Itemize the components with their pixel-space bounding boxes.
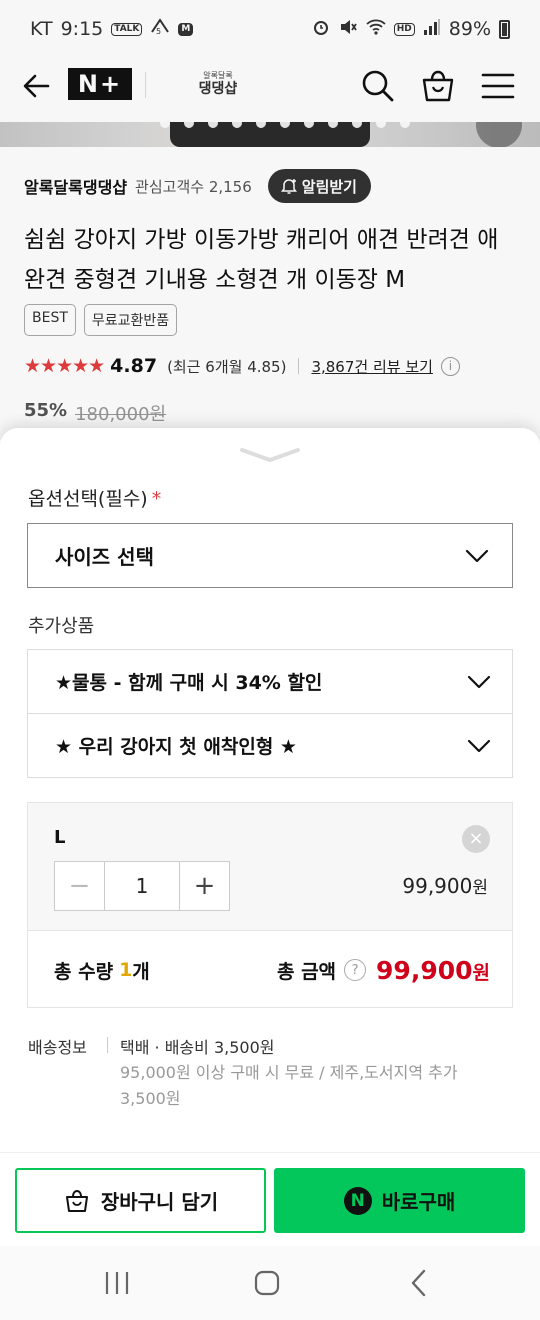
shipping-divider — [107, 1037, 108, 1053]
carrier: KT — [30, 18, 53, 40]
system-nav-bar — [0, 1246, 540, 1320]
battery-icon — [499, 19, 510, 39]
help-icon[interactable]: ? — [344, 959, 367, 981]
buy-now-label: 바로구매 — [381, 1190, 456, 1214]
size-select[interactable]: 사이즈 선택 — [27, 523, 513, 588]
status-left: KT 9:15 TALK 5 M — [30, 17, 194, 41]
fan-count: 관심고객수 2,156 — [135, 177, 252, 196]
rating-divider — [298, 358, 300, 374]
battery-percent: 89% — [448, 18, 491, 40]
purchase-action-bar: 장바구니 담기 N 바로구매 — [0, 1152, 540, 1244]
header-divider — [145, 72, 146, 98]
back-arrow-icon[interactable] — [20, 68, 56, 104]
menu-icon[interactable] — [478, 66, 518, 106]
bell-plus-icon — [280, 179, 297, 194]
remove-item-icon[interactable]: × — [462, 825, 490, 853]
info-icon[interactable]: i — [440, 356, 460, 376]
store-name[interactable]: 알록달록댕댕샵 — [24, 174, 127, 198]
back-nav-icon[interactable] — [404, 1268, 434, 1298]
shipping-label: 배송정보 — [28, 1038, 87, 1057]
alarm-button-label: 알림받기 — [301, 177, 357, 196]
total-quantity: 총 수량 1개 — [54, 931, 150, 1009]
hd-voice-icon: HD — [393, 22, 415, 36]
home-icon[interactable] — [252, 1268, 282, 1298]
signal-icon — [423, 18, 441, 41]
carousel-button[interactable] — [476, 122, 522, 147]
mute-icon — [338, 18, 358, 41]
status-right: HD 89% — [312, 18, 510, 41]
original-price: 180,000원 — [75, 404, 167, 425]
chevron-down-icon — [467, 675, 491, 689]
total-price-unit: 원 — [472, 961, 490, 984]
store-logo-top: 알록달록 — [203, 71, 233, 80]
recent-apps-icon[interactable] — [102, 1268, 132, 1298]
total-qty-value: 1 — [119, 959, 133, 981]
carousel-dots — [160, 122, 410, 128]
shipping-conditions: 95,000원 이상 구매 시 무료 / 제주,도서지역 추가 3,500원 — [120, 1063, 458, 1108]
star-rating-icon: ★★★★★ — [24, 355, 105, 377]
buy-now-button[interactable]: N 바로구매 — [274, 1168, 525, 1233]
badge-free-return: 무료교환반품 — [83, 304, 178, 336]
addon-select-water-bottle[interactable]: ★물통 - 함께 구매 시 34% 할인 — [27, 649, 513, 714]
search-icon[interactable] — [358, 66, 398, 106]
wifi-calling-icon: 5 — [150, 17, 170, 41]
product-image-carousel[interactable] — [0, 122, 540, 147]
price-row: 55% 180,000원 — [24, 400, 166, 426]
clock: 9:15 — [60, 18, 104, 40]
add-to-cart-label: 장바구니 담기 — [100, 1190, 219, 1214]
store-row: 알록달록댕댕샵 관심고객수 2,156 알림받기 — [24, 168, 516, 204]
rating-row: ★★★★★ 4.87 (최근 6개월 4.85) 3,867건 리뷰 보기 i — [24, 352, 516, 380]
product-badges: BEST 무료교환반품 — [24, 304, 178, 336]
recent-rating: (최근 6개월 4.85) — [167, 357, 287, 376]
selected-option-item: L × − 1 + 99,900원 — [27, 802, 513, 930]
option-label-text: 옵션선택(필수) — [28, 488, 148, 510]
total-amount: 총 금액 ? 99,900원 — [277, 931, 490, 1009]
wifi-icon — [366, 18, 386, 41]
increase-button[interactable]: + — [179, 862, 229, 910]
alarm-clock-icon — [312, 18, 330, 41]
naver-plus-logo[interactable]: N+ — [68, 68, 132, 100]
item-price-unit: 원 — [472, 878, 488, 898]
total-qty-label: 총 수량 — [54, 960, 114, 983]
discount-rate: 55% — [24, 400, 68, 421]
quantity-value[interactable]: 1 — [105, 862, 179, 910]
item-price-value: 99,900 — [402, 874, 473, 898]
badge-best: BEST — [24, 304, 76, 336]
total-qty-unit: 개 — [132, 960, 150, 983]
addon-label: 추가상품 — [28, 616, 95, 637]
quantity-stepper: − 1 + — [54, 861, 230, 911]
svg-text:5: 5 — [156, 27, 161, 36]
mstock-notification-icon: M — [178, 22, 194, 36]
top-header: N+ 알록달록 댕댕샵 — [0, 58, 540, 122]
review-link[interactable]: 3,867건 리뷰 보기 — [311, 356, 432, 377]
total-price: 99,900원 — [376, 956, 490, 985]
item-price: 99,900원 — [402, 873, 488, 898]
shipping-fee: 택배 · 배송비 3,500원 — [120, 1038, 275, 1057]
total-amount-label: 총 금액 — [276, 960, 337, 983]
total-price-value: 99,900 — [376, 955, 473, 985]
naver-pay-icon: N — [343, 1186, 372, 1215]
chevron-down-icon — [465, 549, 489, 562]
store-logo-bottom: 댕댕샵 — [198, 81, 238, 97]
total-summary: 총 수량 1개 총 금액 ? 99,900원 — [27, 930, 513, 1008]
status-bar: KT 9:15 TALK 5 M HD 89% — [0, 0, 540, 58]
chevron-down-icon — [467, 739, 491, 753]
store-logo[interactable]: 알록달록 댕댕샵 — [188, 68, 248, 104]
selected-option-name: L — [54, 827, 66, 848]
product-title: 쉼쉼 강아지 가방 이동가방 캐리어 애견 반려견 애완견 중형견 기내용 소형… — [24, 227, 499, 293]
decrease-button[interactable]: − — [55, 862, 105, 910]
option-label: 옵션선택(필수) * — [28, 484, 161, 511]
shopping-bag-icon[interactable] — [418, 66, 458, 106]
subscribe-alarm-button[interactable]: 알림받기 — [267, 169, 371, 203]
collapse-chevron-icon[interactable] — [240, 442, 300, 464]
rating-score: 4.87 — [110, 355, 158, 377]
size-select-label: 사이즈 선택 — [55, 545, 154, 569]
required-mark: * — [151, 488, 162, 510]
addon-label-2: ★ 우리 강아지 첫 애착인형 ★ — [55, 736, 297, 758]
addon-label-1: ★물통 - 함께 구매 시 34% 할인 — [55, 672, 323, 694]
shopping-bag-icon — [65, 1189, 88, 1212]
talk-notification-icon: TALK — [111, 22, 143, 36]
addon-select-doll[interactable]: ★ 우리 강아지 첫 애착인형 ★ — [27, 713, 513, 778]
add-to-cart-button[interactable]: 장바구니 담기 — [15, 1168, 266, 1233]
